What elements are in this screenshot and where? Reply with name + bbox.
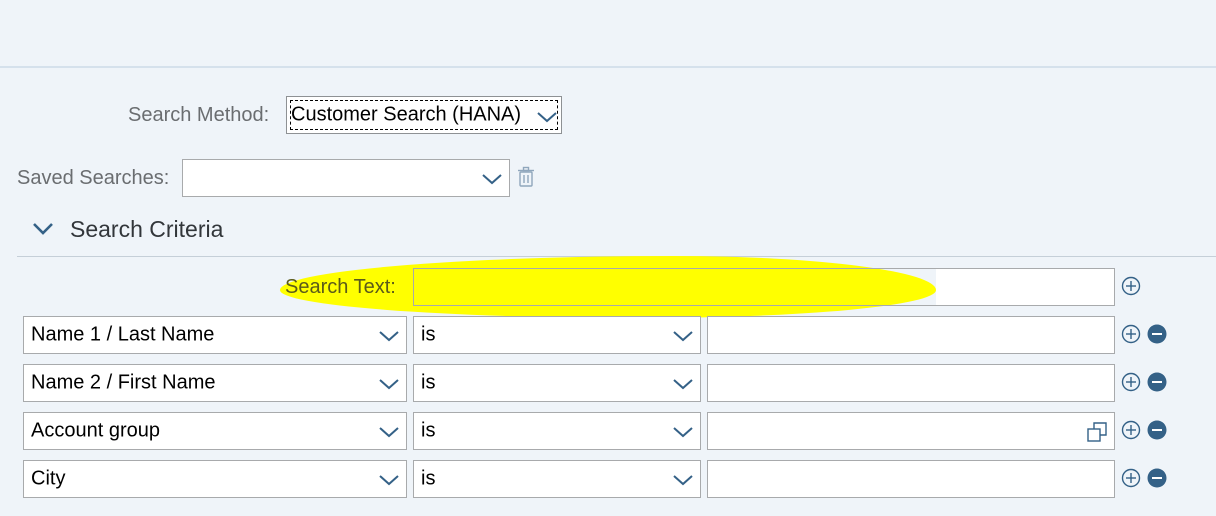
value-help-icon[interactable] <box>1086 421 1108 443</box>
chevron-down-icon[interactable] <box>378 377 400 391</box>
chevron-down-icon[interactable] <box>672 425 694 439</box>
criteria-field-value: Name 1 / Last Name <box>31 323 215 346</box>
criteria-operator-select[interactable]: is <box>413 316 701 354</box>
header-bar <box>0 0 1216 68</box>
chevron-down-icon[interactable] <box>672 473 694 487</box>
criteria-value-input[interactable] <box>707 412 1115 450</box>
saved-searches-select[interactable] <box>182 159 510 197</box>
remove-circle-icon[interactable] <box>1147 468 1167 488</box>
remove-circle-icon[interactable] <box>1147 324 1167 344</box>
criteria-field-select[interactable]: Name 2 / First Name <box>23 364 407 402</box>
criteria-field-value: Account group <box>31 419 160 442</box>
criteria-field-select[interactable]: Name 1 / Last Name <box>23 316 407 354</box>
criteria-operator-value: is <box>421 323 436 346</box>
add-circle-icon[interactable] <box>1121 372 1141 392</box>
criteria-field-select[interactable]: City <box>23 460 407 498</box>
chevron-down-icon[interactable] <box>378 473 400 487</box>
criteria-value-input[interactable] <box>707 316 1115 354</box>
criteria-value-input[interactable] <box>707 460 1115 498</box>
input-background <box>936 269 1114 305</box>
trash-icon[interactable] <box>516 166 536 188</box>
section-title[interactable]: Search Criteria <box>70 216 223 243</box>
add-circle-icon[interactable] <box>1121 276 1141 296</box>
criteria-operator-value: is <box>421 467 436 490</box>
criteria-value-input[interactable] <box>707 364 1115 402</box>
criteria-operator-select[interactable]: is <box>413 460 701 498</box>
search-method-value: Customer Search (HANA) <box>291 103 522 126</box>
chevron-down-icon[interactable] <box>672 377 694 391</box>
add-circle-icon[interactable] <box>1121 468 1141 488</box>
add-circle-icon[interactable] <box>1121 324 1141 344</box>
search-text-input[interactable] <box>413 268 1115 306</box>
collapse-chevron-icon[interactable] <box>32 221 54 237</box>
criteria-field-select[interactable]: Account group <box>23 412 407 450</box>
criteria-operator-value: is <box>421 371 436 394</box>
chevron-down-icon[interactable] <box>378 425 400 439</box>
chevron-down-icon[interactable] <box>672 329 694 343</box>
remove-circle-icon[interactable] <box>1147 420 1167 440</box>
search-method-select[interactable]: Customer Search (HANA) <box>286 96 562 134</box>
search-text-label: Search Text: <box>285 276 396 298</box>
chevron-down-icon[interactable] <box>481 172 503 186</box>
criteria-field-value: Name 2 / First Name <box>31 371 216 394</box>
chevron-down-icon[interactable] <box>536 110 558 124</box>
criteria-field-value: City <box>31 467 66 490</box>
criteria-operator-select[interactable]: is <box>413 364 701 402</box>
saved-searches-label: Saved Searches: <box>17 167 170 189</box>
criteria-operator-value: is <box>421 419 436 442</box>
add-circle-icon[interactable] <box>1121 420 1141 440</box>
remove-circle-icon[interactable] <box>1147 372 1167 392</box>
criteria-operator-select[interactable]: is <box>413 412 701 450</box>
search-method-label: Search Method: <box>128 104 270 126</box>
chevron-down-icon[interactable] <box>378 329 400 343</box>
